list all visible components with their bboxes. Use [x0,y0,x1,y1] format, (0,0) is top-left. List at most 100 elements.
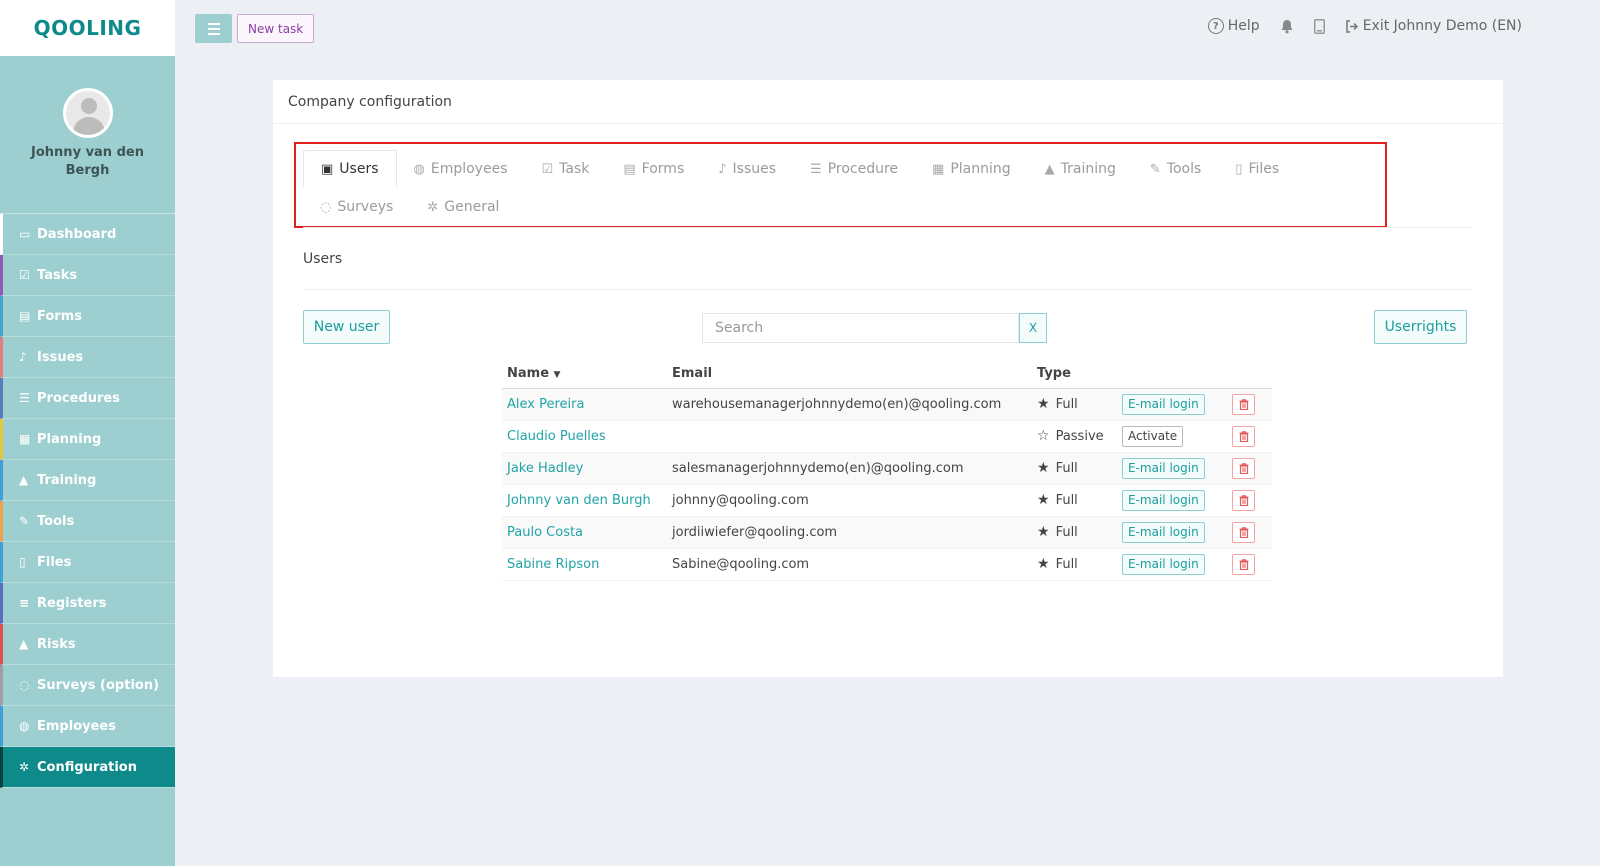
userrights-button[interactable]: Userrights [1374,310,1467,344]
trash-icon [1239,494,1248,506]
delete-button[interactable] [1232,425,1255,447]
avatar[interactable] [62,88,113,138]
tab-label: Tools [1166,161,1202,177]
top-right-menu: ? Help Exit Johnny Demo (EN) [1207,18,1522,34]
tab-label: Planning [950,161,1011,177]
user-action-cell: E-mail login [1117,548,1227,581]
exit-link[interactable]: Exit Johnny Demo (EN) [1345,18,1522,34]
sidebar-item-training[interactable]: ▲ Training [0,460,175,501]
chat-icon: ◌ [320,199,332,215]
delete-button[interactable] [1232,553,1255,575]
sidebar-item-label: Risks [37,636,76,652]
table-row: Alex Pereira warehousemanagerjohnnydemo(e… [502,388,1272,421]
sidebar-item-issues[interactable]: ♪ Issues [0,337,175,378]
user-name-cell: Jake Hadley [502,452,667,485]
user-email-cell: jordiiwiefer@qooling.com [667,516,1032,549]
table-row: Johnny van den Burgh johnny@qooling.com ★ F… [502,484,1272,517]
tab-files[interactable]: ▯ Files [1218,150,1296,188]
user-delete-cell [1227,388,1272,421]
email-login-button[interactable]: E-mail login [1122,521,1205,543]
config-panel: Company configuration ▣ Users ◍ Employees ☑ T… [273,80,1503,677]
gear-icon: ✲ [19,760,30,774]
table-row: Claudio Puelles ☆ Passive Activate [502,420,1272,453]
logo-area[interactable]: QOOLING [0,0,175,56]
notifications-button[interactable] [1280,19,1294,34]
id-card-icon: ▣ [321,161,334,177]
delete-button[interactable] [1232,457,1255,479]
activate-button[interactable]: Activate [1122,425,1184,447]
sidebar-item-tools[interactable]: ✎ Tools [0,501,175,542]
tab-procedure[interactable]: ☰ Procedure [793,150,915,188]
email-login-button[interactable]: E-mail login [1122,553,1205,575]
bell-icon: ♪ [718,161,727,177]
user-name-link[interactable]: Johnny van den Burgh [507,493,651,508]
tab-users[interactable]: ▣ Users [303,150,397,188]
help-label: Help [1227,18,1260,34]
register-icon: ≡ [19,596,30,610]
device-button[interactable] [1313,18,1325,34]
user-type-cell: ★ Full [1032,484,1117,517]
trash-icon [1239,430,1248,442]
users-table: Name ▼ Email Type Alex Pereira warehousem… [502,360,1272,581]
checkbox-icon: ☑ [541,161,554,177]
user-name-link[interactable]: Paulo Costa [507,525,583,540]
tab-tools[interactable]: ✎ Tools [1133,150,1218,188]
user-name-link[interactable]: Alex Pereira [507,397,584,412]
star-filled-icon: ★ [1037,556,1050,572]
sidebar-item-planning[interactable]: ▦ Planning [0,419,175,460]
tab-general[interactable]: ✲ General [410,188,516,226]
name-column-header[interactable]: Name ▼ [502,360,667,389]
file-icon: ▯ [19,555,26,569]
tab-planning[interactable]: ▦ Planning [915,150,1028,188]
tab-surveys[interactable]: ◌ Surveys [303,188,410,226]
new-task-button[interactable]: New task [237,14,315,43]
search-input[interactable] [702,313,1019,343]
sidebar-item-employees[interactable]: ◍ Employees [0,706,175,747]
search-clear-button[interactable]: X [1019,313,1047,343]
menu-toggle-button[interactable] [195,14,232,43]
profile: Johnny van den Bergh [0,56,175,214]
sidebar-item-configuration[interactable]: ✲ Configuration [0,747,175,788]
calendar-icon: ▦ [932,161,945,177]
sidebar-item-files[interactable]: ▯ Files [0,542,175,583]
sidebar-item-procedures[interactable]: ☰ Procedures [0,378,175,419]
email-login-button[interactable]: E-mail login [1122,489,1205,511]
help-link[interactable]: ? Help [1207,18,1260,34]
tab-issues[interactable]: ♪ Issues [701,150,793,188]
tab-forms[interactable]: ▤ Forms [606,150,701,188]
sidebar-item-label: Forms [37,308,82,324]
sidebar-item-surveys-option[interactable]: ◌ Surveys (option) [0,665,175,706]
help-icon: ? [1207,18,1224,34]
user-name-link[interactable]: Sabine Ripson [507,557,599,572]
sidebar-item-label: Surveys (option) [37,677,160,693]
new-user-button[interactable]: New user [303,310,390,344]
list-icon: ☰ [810,161,822,177]
delete-button[interactable] [1232,489,1255,511]
user-name-cell: Alex Pereira [502,388,667,421]
user-name-link[interactable]: Claudio Puelles [507,429,606,444]
tab-employees[interactable]: ◍ Employees [397,150,525,188]
user-email-cell: Sabine@qooling.com [667,548,1032,581]
sidebar-item-tasks[interactable]: ☑ Tasks [0,255,175,296]
list-icon: ☰ [19,391,30,405]
section-divider [303,289,1473,290]
delete-button[interactable] [1232,393,1255,415]
tab-training[interactable]: ▲ Training [1028,150,1133,188]
tab-task[interactable]: ☑ Task [525,150,607,188]
tab-label: Users [339,161,379,177]
trash-icon [1239,462,1248,474]
sidebar: QOOLING Johnny van den Bergh ▭ Dashboard ☑… [0,0,175,866]
sidebar-item-label: Registers [37,595,107,611]
action-column-header [1117,360,1227,389]
email-login-button[interactable]: E-mail login [1122,393,1205,415]
user-name-link[interactable]: Jake Hadley [507,461,583,476]
sidebar-item-registers[interactable]: ≡ Registers [0,583,175,624]
sidebar-item-dashboard[interactable]: ▭ Dashboard [0,214,175,255]
sidebar-item-forms[interactable]: ▤ Forms [0,296,175,337]
app-logo[interactable]: QOOLING [34,16,142,40]
email-login-button[interactable]: E-mail login [1122,457,1205,479]
tab-label: Training [1060,161,1116,177]
section-title: Users [303,251,343,267]
sidebar-item-risks[interactable]: ▲ Risks [0,624,175,665]
delete-button[interactable] [1232,521,1255,543]
